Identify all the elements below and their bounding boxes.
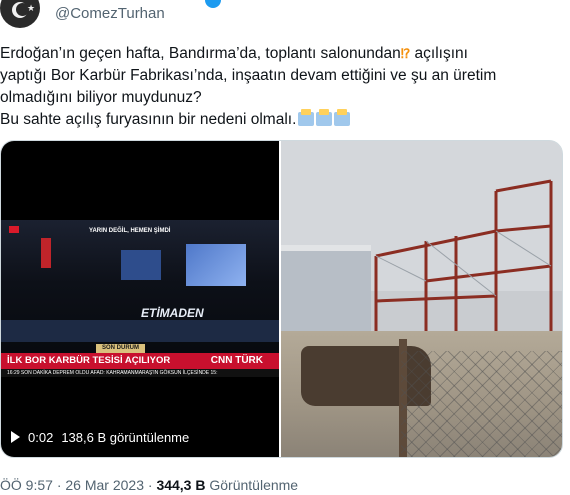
user-handle[interactable]: @ComezTurhan xyxy=(55,5,165,22)
ballot-box-icon xyxy=(298,109,315,126)
tweet-line: Erdoğan’ın geçen hafta, Bandırma’da, top… xyxy=(0,43,560,65)
son-durum-label: SON DURUM xyxy=(96,344,145,353)
ballot-box-icon xyxy=(334,109,351,126)
play-icon[interactable] xyxy=(11,431,20,443)
tweet-text: Erdoğan’ın geçen hafta, Bandırma’da, top… xyxy=(0,43,560,131)
stage-slogan: YARIN DEĞİL, HEMEN ŞİMDİ xyxy=(89,228,171,234)
video-controls: 0:02 138,6 B görüntülenme xyxy=(11,427,189,447)
video-player[interactable]: YARIN DEĞİL, HEMEN ŞİMDİ ETİMADEN SON DU… xyxy=(1,141,279,457)
news-ticker: 16:29 SON DAKİKA DEPREM OLDU AFAD: KAHRA… xyxy=(1,369,279,377)
tweet-time[interactable]: ÖÖ 9:57 xyxy=(0,477,53,493)
tweet-date[interactable]: 26 Mar 2023 xyxy=(65,477,144,493)
video-views: 138,6 B görüntülenme xyxy=(61,429,190,445)
avatar[interactable]: ★ xyxy=(0,0,40,28)
views-label: Görüntülenme xyxy=(209,477,299,493)
verified-badge-icon xyxy=(205,0,221,8)
chain-link-fence xyxy=(401,351,562,457)
tweet-media: YARIN DEĞİL, HEMEN ŞİMDİ ETİMADEN SON DU… xyxy=(0,140,563,458)
news-headline: İLK BOR KARBÜR TESİSİ AÇILIYOR xyxy=(7,355,171,366)
tweet-meta: ÖÖ 9:57 · 26 Mar 2023 · 344,3 B Görüntül… xyxy=(0,477,299,493)
tweet-line: Bu sahte açılış furyasının bir nedeni ol… xyxy=(0,109,560,131)
tweet-line: yaptığı Bor Karbür Fabrikası’nda, inşaat… xyxy=(0,67,497,84)
video-frame: YARIN DEĞİL, HEMEN ŞİMDİ ETİMADEN SON DU… xyxy=(1,220,279,377)
views-count: 344,3 B xyxy=(156,477,206,493)
star-icon: ★ xyxy=(27,3,36,13)
turkish-flag-icon xyxy=(9,226,19,233)
tweet-header: ★ @ComezTurhan xyxy=(0,0,570,30)
news-headline-bar: İLK BOR KARBÜR TESİSİ AÇILIYOR CNN TÜRK xyxy=(1,353,279,369)
construction-photo[interactable] xyxy=(281,141,562,457)
ballot-box-icon xyxy=(316,109,333,126)
steel-frame xyxy=(374,179,553,341)
channel-logo: CNN TÜRK xyxy=(210,355,263,366)
exclamation-question-icon: ⁉ xyxy=(400,46,411,61)
tweet-line: olmadığını biliyor muydunuz? xyxy=(0,89,202,106)
stage-logo: ETİMADEN xyxy=(141,306,204,320)
video-time: 0:02 xyxy=(28,429,54,445)
